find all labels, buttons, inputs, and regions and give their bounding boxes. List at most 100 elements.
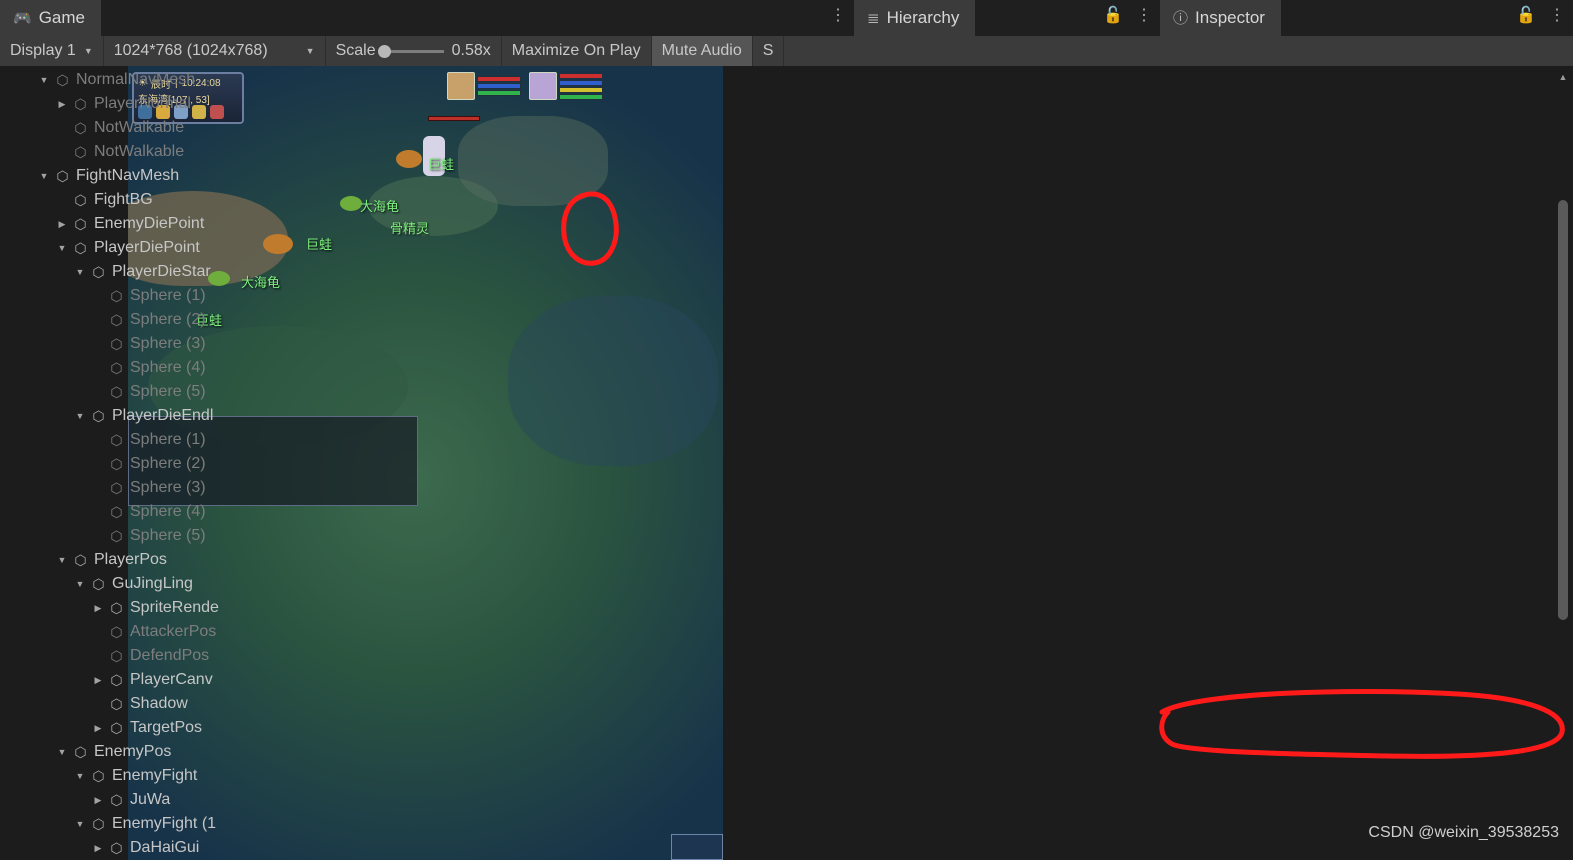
chevron-right-icon[interactable]: ▶ <box>88 675 108 686</box>
hierarchy-item[interactable]: ⬡ Sphere (5) <box>0 380 1573 404</box>
lock-icon[interactable]: 🔓 <box>1516 8 1536 24</box>
hierarchy-item[interactable]: ⬡ Sphere (2) <box>0 452 1573 476</box>
hierarchy-item[interactable]: ▶ ⬡ SpriteRende <box>0 596 1573 620</box>
chevron-right-icon[interactable]: ▶ <box>88 843 108 854</box>
hierarchy-scrollbar[interactable]: ▲ <box>1557 70 1569 854</box>
hierarchy-item-label: EnemyPos <box>94 743 172 760</box>
hierarchy-item[interactable]: ▼ ⬡ EnemyFight <box>0 764 1573 788</box>
hierarchy-tree[interactable]: ▼ ⬡ NormalNavMesh ▶ ⬡ PlayerNormal ⬡ NotWalkabl… <box>0 68 1573 860</box>
stats-button[interactable]: S <box>753 36 785 66</box>
hierarchy-item[interactable]: ▼ ⬡ PlayerDiePoint <box>0 236 1573 260</box>
hierarchy-item-label: NotWalkable <box>94 143 185 160</box>
chevron-right-icon[interactable]: ▶ <box>88 603 108 614</box>
game-toolbar: Display 1 ▼ 1024*768 (1024x768) ▼ Scale … <box>0 36 1573 66</box>
tab-hierarchy[interactable]: ≣ Hierarchy <box>854 0 976 36</box>
hierarchy-item[interactable]: ⬡ Sphere (2) <box>0 308 1573 332</box>
hierarchy-item[interactable]: ▶ ⬡ PlayerNormal <box>0 92 1573 116</box>
gameobject-icon: ⬡ <box>74 215 87 232</box>
hierarchy-item[interactable]: ⬡ Sphere (4) <box>0 500 1573 524</box>
hierarchy-item[interactable]: ▼ ⬡ EnemyFight (1 <box>0 812 1573 836</box>
scale-slider-group[interactable]: Scale 0.58x <box>326 36 502 66</box>
hierarchy-item-label: PlayerCanv <box>130 671 213 688</box>
hierarchy-item-label: EnemyDiePoint <box>94 215 205 232</box>
tab-inspector[interactable]: ⓘ Inspector <box>1160 0 1281 36</box>
chevron-down-icon[interactable]: ▼ <box>70 579 90 589</box>
gameobject-icon: ⬡ <box>92 767 105 784</box>
mute-audio-button[interactable]: Mute Audio <box>651 36 753 66</box>
gameobject-icon: ⬡ <box>74 95 87 112</box>
hierarchy-item[interactable]: ⬡ FightBG <box>0 188 1573 212</box>
gameobject-icon: ⬡ <box>56 167 69 184</box>
chevron-down-icon[interactable]: ▼ <box>70 819 90 829</box>
hierarchy-item[interactable]: ⬡ Sphere (1) <box>0 428 1573 452</box>
resolution-dropdown[interactable]: 1024*768 (1024x768) ▼ <box>104 36 326 66</box>
gameobject-icon: ⬡ <box>110 839 123 856</box>
hierarchy-item-label: Shadow <box>130 695 188 712</box>
chevron-down-icon[interactable]: ▼ <box>70 771 90 781</box>
chevron-down-icon[interactable]: ▼ <box>52 555 72 565</box>
hierarchy-item[interactable]: ⬡ Shadow <box>0 692 1573 716</box>
gameobject-icon: ⬡ <box>92 263 105 280</box>
chevron-right-icon[interactable]: ▶ <box>52 99 72 110</box>
gameobject-icon: ⬡ <box>110 647 123 664</box>
kebab-menu-icon[interactable]: ⋮ <box>1549 8 1565 24</box>
tab-game[interactable]: 🎮 Game <box>0 0 101 36</box>
hierarchy-item[interactable]: ▼ ⬡ NormalNavMesh <box>0 68 1573 92</box>
scale-slider[interactable] <box>377 44 444 58</box>
hierarchy-item[interactable]: ▶ ⬡ DaHaiGui <box>0 836 1573 860</box>
hierarchy-item-label: Sphere (1) <box>130 287 206 304</box>
scroll-up-icon[interactable]: ▲ <box>1557 72 1569 82</box>
chevron-right-icon[interactable]: ▶ <box>52 219 72 230</box>
lock-icon[interactable]: 🔓 <box>1103 8 1123 24</box>
hierarchy-item-label: Sphere (1) <box>130 431 206 448</box>
hierarchy-item-label: Sphere (2) <box>130 311 206 328</box>
hierarchy-item[interactable]: ▶ ⬡ TargetPos <box>0 716 1573 740</box>
hierarchy-item[interactable]: ▼ ⬡ FightNavMesh <box>0 164 1573 188</box>
chevron-down-icon[interactable]: ▼ <box>34 171 54 181</box>
gameobject-icon: ⬡ <box>110 287 123 304</box>
kebab-menu-icon[interactable]: ⋮ <box>1136 8 1152 24</box>
hierarchy-item[interactable]: ⬡ AttackerPos <box>0 620 1573 644</box>
chevron-down-icon[interactable]: ▼ <box>52 747 72 757</box>
gameobject-icon: ⬡ <box>110 599 123 616</box>
hierarchy-item-label: SpriteRende <box>130 599 219 616</box>
hierarchy-item[interactable]: ⬡ Sphere (1) <box>0 284 1573 308</box>
hierarchy-item[interactable]: ▼ ⬡ GuJingLing <box>0 572 1573 596</box>
chevron-down-icon: ▼ <box>305 46 315 56</box>
chevron-down-icon[interactable]: ▼ <box>34 75 54 85</box>
display-dropdown[interactable]: Display 1 ▼ <box>0 36 104 66</box>
gameobject-icon: ⬡ <box>74 191 87 208</box>
hierarchy-item[interactable]: ⬡ Sphere (3) <box>0 476 1573 500</box>
scroll-thumb[interactable] <box>1558 200 1568 620</box>
chevron-down-icon[interactable]: ▼ <box>52 243 72 253</box>
chevron-right-icon[interactable]: ▶ <box>88 723 108 734</box>
hierarchy-item[interactable]: ⬡ Sphere (5) <box>0 524 1573 548</box>
gameobject-icon: ⬡ <box>110 455 123 472</box>
hierarchy-item[interactable]: ▶ ⬡ JuWa <box>0 788 1573 812</box>
tab-inspector-label: Inspector <box>1195 8 1265 27</box>
chevron-down-icon[interactable]: ▼ <box>70 267 90 277</box>
hierarchy-item[interactable]: ⬡ DefendPos <box>0 644 1573 668</box>
hierarchy-item[interactable]: ▶ ⬡ PlayerCanv <box>0 668 1573 692</box>
hierarchy-item-label: PlayerNormal <box>94 95 191 112</box>
kebab-menu-icon[interactable]: ⋮ <box>830 8 846 24</box>
hierarchy-item-label: EnemyFight <box>112 767 198 784</box>
hierarchy-item[interactable]: ▼ ⬡ PlayerDieStar <box>0 260 1573 284</box>
maximize-on-play-button[interactable]: Maximize On Play <box>502 36 652 66</box>
hierarchy-item[interactable]: ⬡ Sphere (3) <box>0 332 1573 356</box>
gameobject-icon: ⬡ <box>110 527 123 544</box>
gameobject-icon: ⬡ <box>110 479 123 496</box>
chevron-down-icon: ▼ <box>83 46 93 56</box>
resolution-label: 1024*768 (1024x768) <box>113 42 268 59</box>
hierarchy-item[interactable]: ▼ ⬡ PlayerDieEndl <box>0 404 1573 428</box>
hierarchy-item[interactable]: ▼ ⬡ EnemyPos <box>0 740 1573 764</box>
hierarchy-item-label: PlayerDieStar <box>112 263 211 280</box>
chevron-down-icon[interactable]: ▼ <box>70 411 90 421</box>
hierarchy-item[interactable]: ▼ ⬡ PlayerPos <box>0 548 1573 572</box>
hierarchy-item[interactable]: ⬡ NotWalkable <box>0 140 1573 164</box>
hierarchy-item[interactable]: ▶ ⬡ EnemyDiePoint <box>0 212 1573 236</box>
chevron-right-icon[interactable]: ▶ <box>88 795 108 806</box>
hierarchy-item[interactable]: ⬡ NotWalkable <box>0 116 1573 140</box>
gamepad-icon: 🎮 <box>13 9 32 27</box>
hierarchy-item[interactable]: ⬡ Sphere (4) <box>0 356 1573 380</box>
